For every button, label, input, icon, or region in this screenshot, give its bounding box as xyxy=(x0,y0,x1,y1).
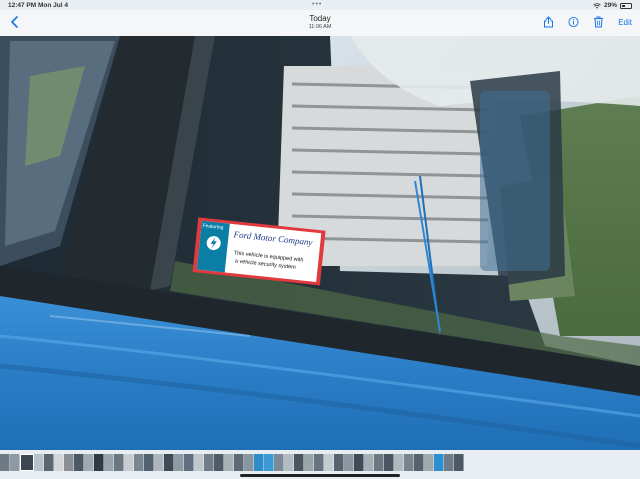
thumbnail[interactable] xyxy=(294,454,304,471)
thumbnail[interactable] xyxy=(364,454,374,471)
thumbnail[interactable] xyxy=(414,454,424,471)
nav-bar: Today 11:06 AM Edit xyxy=(0,10,640,36)
battery-icon xyxy=(620,2,632,9)
multitasking-dots-icon[interactable]: ••• xyxy=(312,1,322,8)
thumbnail[interactable] xyxy=(234,454,244,471)
thumbnail[interactable] xyxy=(344,454,354,471)
wifi-icon xyxy=(593,2,601,9)
thumbnail[interactable] xyxy=(444,454,454,471)
info-icon[interactable] xyxy=(568,16,579,28)
thumbnail[interactable] xyxy=(194,454,204,471)
thumbnail[interactable] xyxy=(454,454,464,471)
nav-actions: Edit xyxy=(543,16,632,28)
thumbnail[interactable] xyxy=(174,454,184,471)
thumbnail[interactable] xyxy=(244,454,254,471)
thumbnail-row xyxy=(0,454,464,471)
thumbnail[interactable] xyxy=(204,454,214,471)
thumbnail[interactable] xyxy=(104,454,114,471)
thumbnail[interactable] xyxy=(114,454,124,471)
thumbnail[interactable] xyxy=(10,454,20,471)
car-window-photo: Featuring Ford Motor Company This vehicl… xyxy=(0,36,640,450)
thumbnail[interactable] xyxy=(184,454,194,471)
thumbnail[interactable] xyxy=(34,454,44,471)
thumbnail[interactable] xyxy=(284,454,294,471)
battery-percent: 29% xyxy=(603,2,617,9)
thumbnail[interactable] xyxy=(394,454,404,471)
thumbnail[interactable] xyxy=(164,454,174,471)
thumbnail[interactable] xyxy=(144,454,154,471)
photo-viewer[interactable]: Featuring Ford Motor Company This vehicl… xyxy=(0,36,640,450)
thumbnail[interactable] xyxy=(434,454,444,471)
thumbnail[interactable] xyxy=(374,454,384,471)
share-icon[interactable] xyxy=(543,16,554,28)
thumbnail[interactable] xyxy=(404,454,414,471)
thumbnail[interactable] xyxy=(54,454,64,471)
thumbnail[interactable] xyxy=(354,454,364,471)
thumbnail[interactable] xyxy=(424,454,434,471)
edit-button[interactable]: Edit xyxy=(618,18,632,27)
thumbnail[interactable] xyxy=(314,454,324,471)
thumbnail[interactable] xyxy=(334,454,344,471)
thumbnail[interactable] xyxy=(124,454,134,471)
thumbnail[interactable] xyxy=(304,454,314,471)
thumbnail[interactable] xyxy=(224,454,234,471)
thumbnail[interactable] xyxy=(84,454,94,471)
status-date: Mon Jul 4 xyxy=(38,2,68,9)
thumbnail[interactable] xyxy=(324,454,334,471)
thumbnail[interactable] xyxy=(94,454,104,471)
thumbnail[interactable] xyxy=(264,454,274,471)
thumbnail[interactable] xyxy=(64,454,74,471)
status-bar: 12:47 PM Mon Jul 4 ••• 29% xyxy=(0,0,640,10)
trash-icon[interactable] xyxy=(593,16,604,28)
thumbnail[interactable] xyxy=(214,454,224,471)
thumbnail[interactable] xyxy=(134,454,144,471)
thumbnail[interactable] xyxy=(154,454,164,471)
status-time: 12:47 PM xyxy=(8,2,37,9)
thumbnail[interactable] xyxy=(74,454,84,471)
thumbnail[interactable] xyxy=(274,454,284,471)
home-indicator[interactable] xyxy=(240,474,400,477)
status-right: 29% xyxy=(593,2,632,9)
thumbnail[interactable] xyxy=(0,454,10,471)
thumbnail[interactable] xyxy=(384,454,394,471)
thumbnail[interactable] xyxy=(44,454,54,471)
thumbnail[interactable] xyxy=(254,454,264,471)
thumbnail-current[interactable] xyxy=(20,454,34,471)
thumbnail-strip xyxy=(0,450,640,479)
